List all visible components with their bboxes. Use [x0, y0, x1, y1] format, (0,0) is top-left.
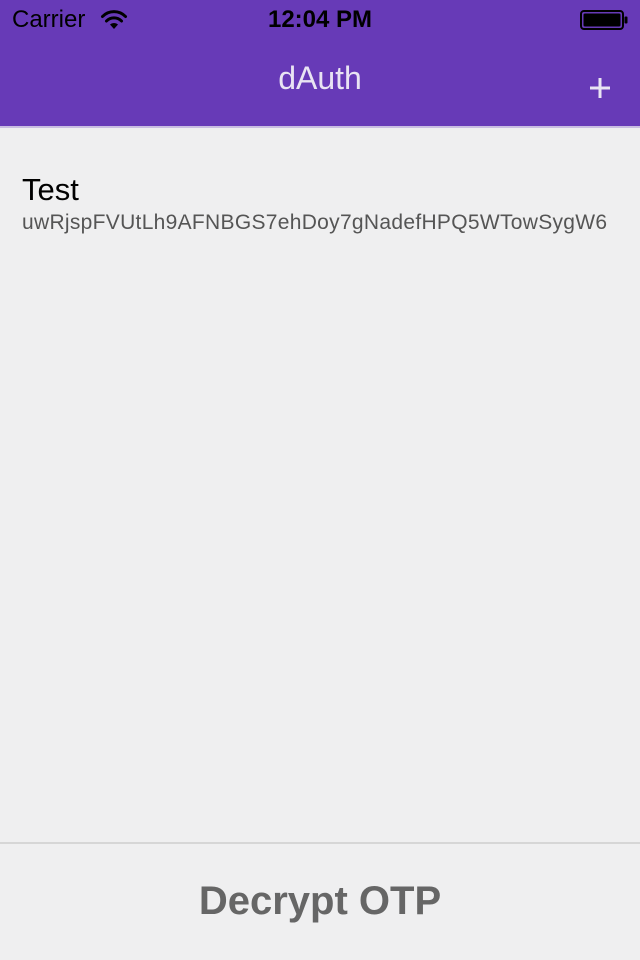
account-key: uwRjspFVUtLh9AFNBGS7ehDoy7gNadefHPQ5WTow… — [22, 211, 608, 234]
nav-header: Carrier 12:04 PM dAuth — [0, 0, 640, 128]
status-bar: Carrier 12:04 PM — [0, 0, 640, 40]
add-account-button[interactable] — [578, 66, 622, 110]
list-item[interactable]: Test uwRjspFVUtLh9AFNBGS7ehDoy7gNadefHPQ… — [0, 168, 640, 244]
plus-icon — [578, 78, 622, 114]
account-name: Test — [22, 172, 79, 207]
battery-icon — [580, 10, 630, 30]
app-screen: Carrier 12:04 PM dAuth Test uwRjspFVUtLh… — [0, 0, 640, 960]
page-title: dAuth — [278, 60, 362, 96]
decrypt-otp-button[interactable]: Decrypt OTP — [0, 844, 640, 960]
status-time: 12:04 PM — [267, 6, 373, 33]
